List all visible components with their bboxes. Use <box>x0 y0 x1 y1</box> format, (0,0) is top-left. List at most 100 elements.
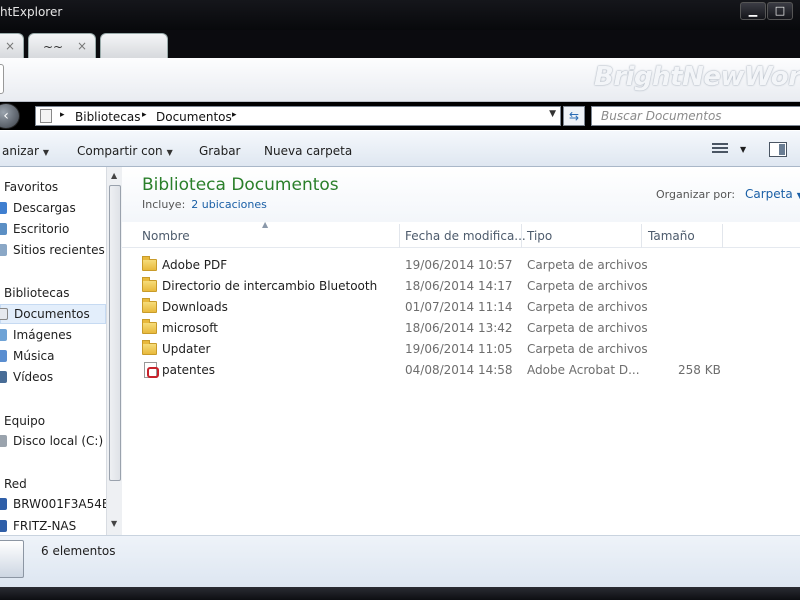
file-date: 18/06/2014 13:42 <box>405 321 513 335</box>
brand-logo: BrightNewWorld <box>594 62 800 92</box>
tab-close-icon[interactable]: × <box>77 39 87 53</box>
network-computer-icon <box>0 498 7 510</box>
nav-item-sitios-recientes[interactable]: Sitios recientes <box>0 241 106 261</box>
tab-1[interactable]: × <box>0 33 24 59</box>
file-date: 01/07/2014 11:14 <box>405 300 513 314</box>
view-options-icon[interactable] <box>712 143 728 155</box>
window-bottom-border <box>0 587 800 600</box>
nav-favorites-header[interactable]: Favoritos <box>0 178 106 198</box>
file-name: Updater <box>162 342 211 356</box>
title-bar: htExplorer ▁ □ <box>0 0 800 30</box>
column-header-row: ▲ Nombre Fecha de modifica... Tipo Tamañ… <box>122 220 800 248</box>
breadcrumb-documentos[interactable]: Documentos <box>156 110 232 124</box>
folder-icon <box>142 319 157 334</box>
downloads-icon <box>0 202 7 214</box>
file-type: Carpeta de archivos <box>527 300 648 314</box>
item-count: 6 elementos <box>41 544 116 558</box>
address-history-icon[interactable]: ▼ <box>549 109 556 119</box>
library-header: Biblioteca Documentos Incluye: 2 ubicacio… <box>122 167 800 222</box>
nav-item-videos[interactable]: Vídeos <box>0 368 106 388</box>
chevron-down-icon[interactable]: ▼ <box>740 145 746 154</box>
file-name: patentes <box>162 363 216 377</box>
refresh-button[interactable]: ⇆ <box>563 106 585 126</box>
nav-scrollbar[interactable]: ▲ ▼ <box>106 167 122 535</box>
column-date[interactable]: Fecha de modifica... <box>405 229 526 243</box>
breadcrumb-arrow-icon[interactable]: ▸ <box>142 110 147 120</box>
nav-item-descargas[interactable]: Descargas <box>0 199 106 219</box>
organize-menu[interactable]: anizar ▼ <box>2 144 49 158</box>
file-row[interactable]: patentes 04/08/2014 14:58 Adobe Acrobat … <box>122 360 800 381</box>
preview-pane-icon[interactable] <box>769 142 787 157</box>
recent-places-icon <box>0 244 7 256</box>
nav-item-escritorio[interactable]: Escritorio <box>0 220 106 240</box>
burn-button[interactable]: Grabar <box>199 144 241 158</box>
nav-computer-header[interactable]: Equipo <box>0 412 106 432</box>
music-icon <box>0 350 7 362</box>
breadcrumb-arrow-icon[interactable]: ▸ <box>232 110 237 120</box>
column-divider[interactable] <box>521 224 522 248</box>
nav-header-label: Favoritos <box>4 180 59 194</box>
library-icon <box>40 109 52 123</box>
scrollbar-thumb[interactable] <box>109 185 121 481</box>
nav-item-imagenes[interactable]: Imágenes <box>0 326 106 346</box>
organize-label: anizar <box>2 144 39 158</box>
nav-item-label: FRITZ-NAS <box>13 519 77 533</box>
minimize-button[interactable]: ▁ <box>740 2 766 20</box>
breadcrumb-bibliotecas[interactable]: Bibliotecas <box>75 110 140 124</box>
column-divider[interactable] <box>399 224 400 248</box>
file-date: 18/06/2014 14:17 <box>405 279 513 293</box>
new-folder-button[interactable]: Nueva carpeta <box>264 144 352 158</box>
column-type[interactable]: Tipo <box>527 229 552 243</box>
file-row[interactable]: Directorio de intercambio Bluetooth 18/0… <box>122 276 800 297</box>
nav-item-documentos[interactable]: Documentos <box>0 304 106 324</box>
file-list-pane: Biblioteca Documentos Incluye: 2 ubicacio… <box>122 167 800 535</box>
nav-item-label: Escritorio <box>13 222 70 236</box>
share-label: Compartir con <box>77 144 163 158</box>
details-pane: 6 elementos <box>0 535 800 587</box>
arrange-by-dropdown[interactable]: Carpeta ▼ <box>745 187 800 201</box>
address-bar[interactable]: ▸ Bibliotecas ▸ Documentos ▸ ▼ <box>35 106 561 126</box>
nav-item-label: Vídeos <box>13 370 54 384</box>
arrange-by-value: Carpeta <box>745 187 793 201</box>
tab-close-icon[interactable]: × <box>5 39 15 53</box>
videos-icon <box>0 371 7 383</box>
column-divider[interactable] <box>641 224 642 248</box>
nav-header-label: Equipo <box>4 414 46 428</box>
chevron-down-icon: ▼ <box>42 148 50 157</box>
nav-item-brw001f3a54ec[interactable]: BRW001F3A54EC <box>0 495 106 515</box>
column-name[interactable]: Nombre <box>142 229 190 243</box>
share-menu[interactable]: Compartir con ▼ <box>77 144 173 158</box>
maximize-button[interactable]: □ <box>767 2 793 20</box>
search-input[interactable]: Buscar Documentos <box>591 106 800 126</box>
nav-libraries-header[interactable]: Bibliotecas <box>0 284 106 304</box>
file-type: Carpeta de archivos <box>527 258 648 272</box>
column-divider[interactable] <box>722 224 723 248</box>
new-tab[interactable] <box>100 33 168 59</box>
file-date: 19/06/2014 11:05 <box>405 342 513 356</box>
file-row[interactable]: Downloads 01/07/2014 11:14 Carpeta de ar… <box>122 297 800 318</box>
breadcrumb-arrow-icon[interactable]: ▸ <box>60 110 65 120</box>
file-row[interactable]: microsoft 18/06/2014 13:42 Carpeta de ar… <box>122 318 800 339</box>
nav-item-fritz-nas[interactable]: FRITZ-NAS <box>0 517 106 535</box>
file-date: 04/08/2014 14:58 <box>405 363 513 377</box>
column-size[interactable]: Tamaño <box>648 229 695 243</box>
tab-2[interactable]: ~~ × <box>28 33 96 59</box>
desktop-icon <box>0 223 7 235</box>
side-handle[interactable] <box>0 64 4 94</box>
nav-item-label: Disco local (C:) <box>13 434 104 448</box>
nav-header-label: Red <box>4 477 27 491</box>
includes-locations-link[interactable]: 2 ubicaciones <box>191 198 267 211</box>
nav-item-musica[interactable]: Música <box>0 347 106 367</box>
file-row[interactable]: Updater 19/06/2014 11:05 Carpeta de arch… <box>122 339 800 360</box>
file-row[interactable]: Adobe PDF 19/06/2014 10:57 Carpeta de ar… <box>122 255 800 276</box>
scroll-up-icon[interactable]: ▲ <box>111 171 117 180</box>
folder-icon <box>142 277 157 292</box>
file-name: Adobe PDF <box>162 258 228 272</box>
scroll-down-icon[interactable]: ▼ <box>111 519 117 528</box>
nav-network-header[interactable]: Red <box>0 475 106 495</box>
arrange-by-label: Organizar por: <box>656 188 736 201</box>
file-name: microsoft <box>162 321 218 335</box>
nav-item-disco-local[interactable]: Disco local (C:) <box>0 432 106 452</box>
explorer-window: htExplorer ▁ □ × ~~ × BrightNewWorld ‹ ▸… <box>0 0 800 600</box>
folder-icon <box>142 256 157 271</box>
